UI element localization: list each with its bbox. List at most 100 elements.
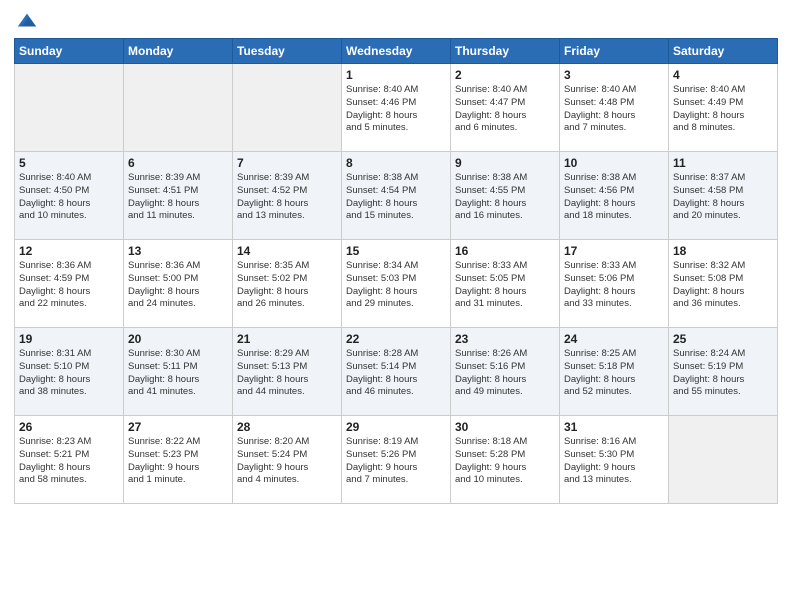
day-info: Sunrise: 8:36 AMSunset: 5:00 PMDaylight:… — [128, 260, 228, 311]
day-info: Sunrise: 8:20 AMSunset: 5:24 PMDaylight:… — [237, 436, 337, 487]
day-info: Sunrise: 8:40 AMSunset: 4:49 PMDaylight:… — [673, 84, 773, 135]
day-info: Sunrise: 8:39 AMSunset: 4:52 PMDaylight:… — [237, 172, 337, 223]
day-info: Sunrise: 8:31 AMSunset: 5:10 PMDaylight:… — [19, 348, 119, 399]
day-number: 17 — [564, 244, 664, 258]
calendar-cell: 6 Sunrise: 8:39 AMSunset: 4:51 PMDaylight… — [124, 152, 233, 240]
weekday-header-monday: Monday — [124, 39, 233, 64]
calendar-cell — [233, 64, 342, 152]
calendar-cell: 12 Sunrise: 8:36 AMSunset: 4:59 PMDayligh… — [15, 240, 124, 328]
calendar-cell: 15Sunrise: 8:34 AMSunset: 5:03 PMDayligh… — [342, 240, 451, 328]
calendar-cell: 28 Sunrise: 8:20 AMSunset: 5:24 PMDayligh… — [233, 416, 342, 504]
calendar-cell: 29 Sunrise: 8:19 AMSunset: 5:26 PMDayligh… — [342, 416, 451, 504]
calendar-cell: 10 Sunrise: 8:38 AMSunset: 4:56 PMDayligh… — [560, 152, 669, 240]
calendar-cell: 16 Sunrise: 8:33 AMSunset: 5:05 PMDayligh… — [451, 240, 560, 328]
weekday-header-friday: Friday — [560, 39, 669, 64]
weekday-header-thursday: Thursday — [451, 39, 560, 64]
day-number: 6 — [128, 156, 228, 170]
calendar-cell: 7 Sunrise: 8:39 AMSunset: 4:52 PMDaylight… — [233, 152, 342, 240]
day-info: Sunrise: 8:16 AMSunset: 5:30 PMDaylight:… — [564, 436, 664, 487]
day-number: 26 — [19, 420, 119, 434]
day-info: Sunrise: 8:25 AMSunset: 5:18 PMDaylight:… — [564, 348, 664, 399]
calendar-cell: 21 Sunrise: 8:29 AMSunset: 5:13 PMDayligh… — [233, 328, 342, 416]
day-number: 29 — [346, 420, 446, 434]
page-header — [14, 10, 778, 32]
day-number: 15 — [346, 244, 446, 258]
calendar-cell: 1Sunrise: 8:40 AMSunset: 4:46 PMDaylight… — [342, 64, 451, 152]
day-info: Sunrise: 8:40 AMSunset: 4:48 PMDaylight:… — [564, 84, 664, 135]
logo — [14, 10, 38, 32]
calendar-cell — [15, 64, 124, 152]
day-number: 31 — [564, 420, 664, 434]
calendar-cell: 20 Sunrise: 8:30 AMSunset: 5:11 PMDayligh… — [124, 328, 233, 416]
calendar-cell: 18Sunrise: 8:32 AMSunset: 5:08 PMDayligh… — [669, 240, 778, 328]
calendar-cell: 24 Sunrise: 8:25 AMSunset: 5:18 PMDayligh… — [560, 328, 669, 416]
calendar-week-3: 12 Sunrise: 8:36 AMSunset: 4:59 PMDayligh… — [15, 240, 778, 328]
calendar-cell: 3 Sunrise: 8:40 AMSunset: 4:48 PMDaylight… — [560, 64, 669, 152]
calendar-cell: 2Sunrise: 8:40 AMSunset: 4:47 PMDaylight… — [451, 64, 560, 152]
day-number: 19 — [19, 332, 119, 346]
calendar-cell: 26Sunrise: 8:23 AMSunset: 5:21 PMDayligh… — [15, 416, 124, 504]
day-number: 22 — [346, 332, 446, 346]
day-number: 25 — [673, 332, 773, 346]
day-number: 4 — [673, 68, 773, 82]
day-number: 23 — [455, 332, 555, 346]
day-info: Sunrise: 8:28 AMSunset: 5:14 PMDaylight:… — [346, 348, 446, 399]
calendar-cell: 14 Sunrise: 8:35 AMSunset: 5:02 PMDayligh… — [233, 240, 342, 328]
day-number: 14 — [237, 244, 337, 258]
day-info: Sunrise: 8:36 AMSunset: 4:59 PMDaylight:… — [19, 260, 119, 311]
day-number: 27 — [128, 420, 228, 434]
day-number: 20 — [128, 332, 228, 346]
day-info: Sunrise: 8:30 AMSunset: 5:11 PMDaylight:… — [128, 348, 228, 399]
day-number: 18 — [673, 244, 773, 258]
day-info: Sunrise: 8:33 AMSunset: 5:06 PMDaylight:… — [564, 260, 664, 311]
day-info: Sunrise: 8:39 AMSunset: 4:51 PMDaylight:… — [128, 172, 228, 223]
calendar-cell: 13 Sunrise: 8:36 AMSunset: 5:00 PMDayligh… — [124, 240, 233, 328]
calendar-cell: 9 Sunrise: 8:38 AMSunset: 4:55 PMDaylight… — [451, 152, 560, 240]
weekday-header-sunday: Sunday — [15, 39, 124, 64]
day-number: 11 — [673, 156, 773, 170]
day-info: Sunrise: 8:33 AMSunset: 5:05 PMDaylight:… — [455, 260, 555, 311]
day-number: 16 — [455, 244, 555, 258]
day-number: 3 — [564, 68, 664, 82]
calendar-cell: 25 Sunrise: 8:24 AMSunset: 5:19 PMDayligh… — [669, 328, 778, 416]
day-info: Sunrise: 8:35 AMSunset: 5:02 PMDaylight:… — [237, 260, 337, 311]
day-number: 28 — [237, 420, 337, 434]
calendar-cell: 31 Sunrise: 8:16 AMSunset: 5:30 PMDayligh… — [560, 416, 669, 504]
calendar-cell — [124, 64, 233, 152]
calendar-week-4: 19 Sunrise: 8:31 AMSunset: 5:10 PMDayligh… — [15, 328, 778, 416]
calendar-table: SundayMondayTuesdayWednesdayThursdayFrid… — [14, 38, 778, 504]
day-number: 10 — [564, 156, 664, 170]
day-info: Sunrise: 8:40 AMSunset: 4:50 PMDaylight:… — [19, 172, 119, 223]
calendar-cell: 17 Sunrise: 8:33 AMSunset: 5:06 PMDayligh… — [560, 240, 669, 328]
calendar-cell: 11Sunrise: 8:37 AMSunset: 4:58 PMDayligh… — [669, 152, 778, 240]
day-info: Sunrise: 8:38 AMSunset: 4:56 PMDaylight:… — [564, 172, 664, 223]
calendar-cell: 27 Sunrise: 8:22 AMSunset: 5:23 PMDayligh… — [124, 416, 233, 504]
calendar-cell: 8Sunrise: 8:38 AMSunset: 4:54 PMDaylight… — [342, 152, 451, 240]
day-number: 12 — [19, 244, 119, 258]
day-info: Sunrise: 8:26 AMSunset: 5:16 PMDaylight:… — [455, 348, 555, 399]
calendar-cell — [669, 416, 778, 504]
day-number: 7 — [237, 156, 337, 170]
day-info: Sunrise: 8:29 AMSunset: 5:13 PMDaylight:… — [237, 348, 337, 399]
day-number: 21 — [237, 332, 337, 346]
weekday-header-tuesday: Tuesday — [233, 39, 342, 64]
weekday-header-saturday: Saturday — [669, 39, 778, 64]
day-number: 24 — [564, 332, 664, 346]
calendar-week-2: 5 Sunrise: 8:40 AMSunset: 4:50 PMDaylight… — [15, 152, 778, 240]
logo-icon — [16, 10, 38, 32]
day-number: 9 — [455, 156, 555, 170]
day-number: 1 — [346, 68, 446, 82]
day-info: Sunrise: 8:18 AMSunset: 5:28 PMDaylight:… — [455, 436, 555, 487]
day-info: Sunrise: 8:24 AMSunset: 5:19 PMDaylight:… — [673, 348, 773, 399]
day-info: Sunrise: 8:40 AMSunset: 4:47 PMDaylight:… — [455, 84, 555, 135]
day-number: 13 — [128, 244, 228, 258]
day-info: Sunrise: 8:38 AMSunset: 4:55 PMDaylight:… — [455, 172, 555, 223]
calendar-header: SundayMondayTuesdayWednesdayThursdayFrid… — [15, 39, 778, 64]
day-number: 5 — [19, 156, 119, 170]
weekday-header-wednesday: Wednesday — [342, 39, 451, 64]
day-info: Sunrise: 8:22 AMSunset: 5:23 PMDaylight:… — [128, 436, 228, 487]
day-number: 8 — [346, 156, 446, 170]
calendar-cell: 4 Sunrise: 8:40 AMSunset: 4:49 PMDaylight… — [669, 64, 778, 152]
calendar-week-1: 1Sunrise: 8:40 AMSunset: 4:46 PMDaylight… — [15, 64, 778, 152]
day-info: Sunrise: 8:19 AMSunset: 5:26 PMDaylight:… — [346, 436, 446, 487]
